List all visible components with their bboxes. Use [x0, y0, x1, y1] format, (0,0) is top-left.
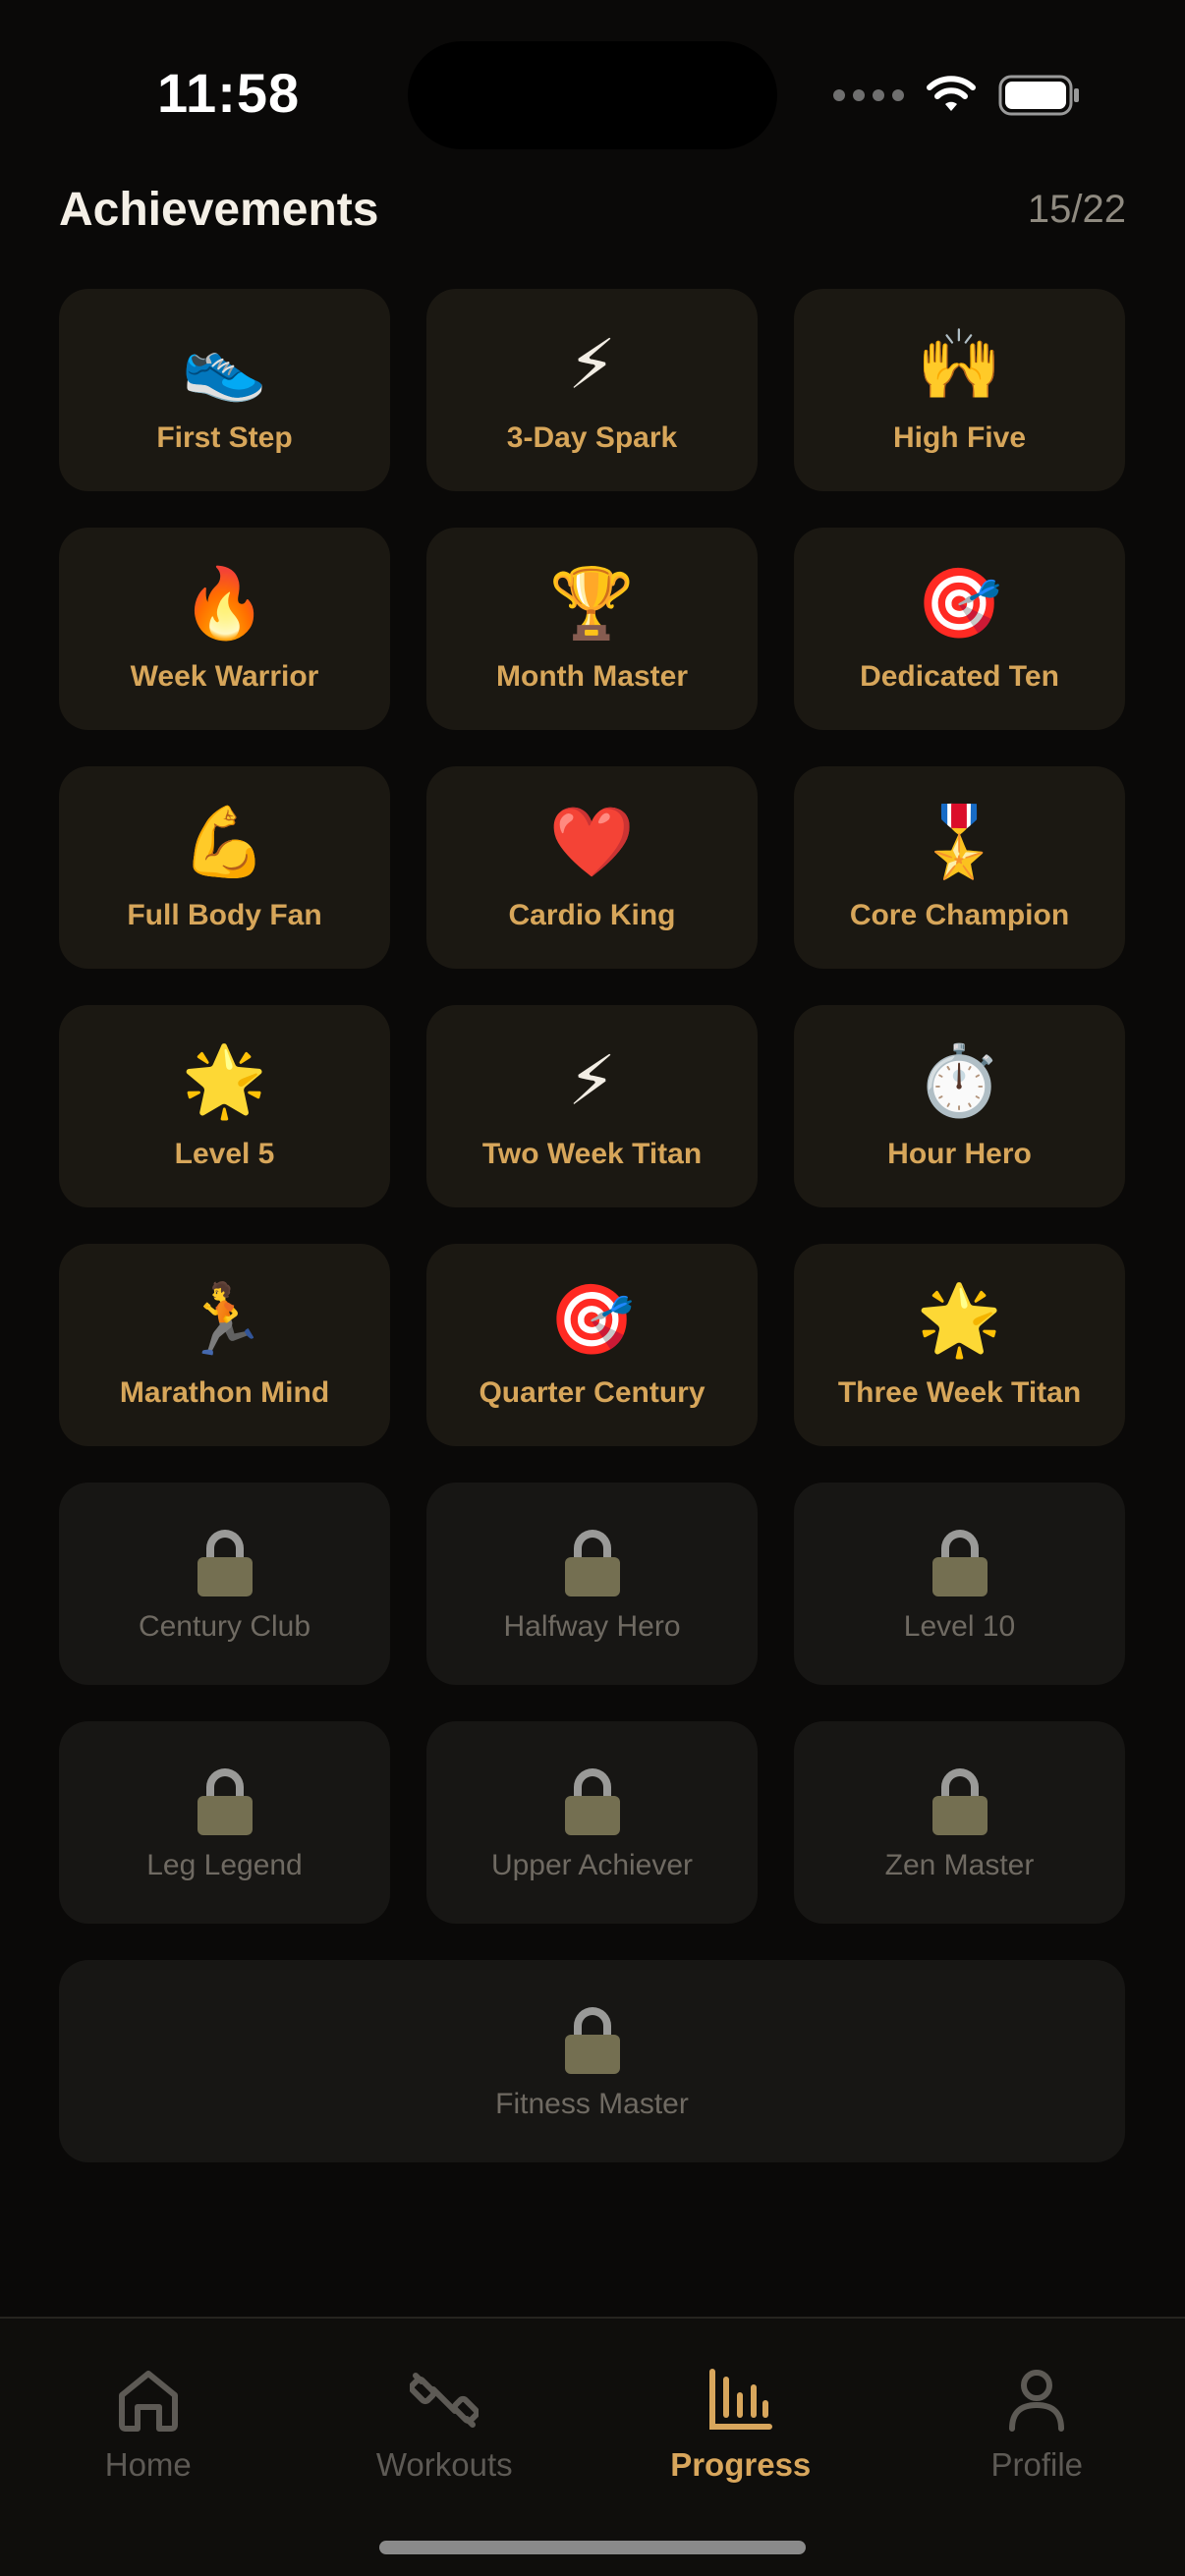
glowing-star-icon: 🌟	[916, 1279, 1003, 1360]
target-icon: 🎯	[548, 1279, 636, 1360]
tab-progress[interactable]: Progress	[592, 2319, 889, 2576]
achievement-label: Month Master	[496, 660, 688, 693]
achievement-label: Three Week Titan	[837, 1376, 1082, 1409]
achievement-label: Cardio King	[508, 899, 676, 931]
cellular-signal-icon	[833, 89, 904, 101]
achievement-grid: 👟 First Step ⚡ 3-Day Spark 🙌 High Five 🔥 Week W…	[59, 289, 1126, 2162]
achievement-card[interactable]: 🎯 Dedicated Ten	[794, 528, 1125, 730]
achievement-card[interactable]: Leg Legend	[59, 1721, 390, 1924]
lock-icon	[197, 1530, 253, 1596]
glowing-star-icon: 🌟	[181, 1040, 268, 1121]
achievement-card[interactable]: 👟 First Step	[59, 289, 390, 491]
sneaker-icon: 👟	[181, 324, 268, 405]
lock-icon	[564, 1530, 620, 1596]
tab-label: Progress	[670, 2446, 812, 2483]
lock-icon	[564, 1768, 620, 1835]
achievement-label: Hour Hero	[887, 1138, 1032, 1170]
achievement-card[interactable]: Level 10	[794, 1483, 1125, 1685]
battery-icon	[998, 75, 1079, 116]
tab-label: Profile	[990, 2446, 1084, 2483]
achievement-card[interactable]: Halfway Hero	[426, 1483, 758, 1685]
tab-label: Workouts	[375, 2446, 513, 2483]
tab-profile[interactable]: Profile	[889, 2319, 1185, 2576]
achievement-label: Two Week Titan	[481, 1138, 703, 1170]
achievements-header: Achievements 15/22	[59, 183, 1126, 237]
lightning-icon: ⚡	[567, 324, 617, 405]
achievement-label: Level 5	[174, 1138, 275, 1170]
lock-icon	[564, 2007, 620, 2074]
fire-icon: 🔥	[181, 563, 268, 644]
achievement-card[interactable]: 🙌 High Five	[794, 289, 1125, 491]
achievements-screen: 11:58 Achievements 15/22 👟 First Step ⚡ 3-D…	[0, 0, 1185, 2576]
achievement-label: High Five	[892, 421, 1026, 454]
runner-icon: 🏃	[181, 1279, 268, 1360]
achievement-card[interactable]: 💪 Full Body Fan	[59, 766, 390, 969]
achievement-card[interactable]: Fitness Master	[59, 1960, 1125, 2162]
tab-bar: Home Workouts Progress Profile	[0, 2317, 1185, 2576]
achievement-label: Week Warrior	[130, 660, 319, 693]
achievement-card[interactable]: Zen Master	[794, 1721, 1125, 1924]
lock-icon	[197, 1768, 253, 1835]
achievement-label: Leg Legend	[146, 1849, 303, 1881]
achievement-label: Full Body Fan	[127, 899, 322, 931]
stopwatch-icon: ⏱️	[916, 1040, 1003, 1121]
achievement-card[interactable]: Upper Achiever	[426, 1721, 758, 1924]
achievement-card[interactable]: 🌟 Level 5	[59, 1005, 390, 1207]
achievement-label: First Step	[156, 421, 293, 454]
tab-home[interactable]: Home	[0, 2319, 297, 2576]
achievement-label: Level 10	[903, 1610, 1016, 1643]
heart-icon: ❤️	[548, 802, 636, 882]
achievement-count: 15/22	[1027, 188, 1126, 231]
achievement-card[interactable]: 🎯 Quarter Century	[426, 1244, 758, 1446]
lightning-icon: ⚡	[567, 1040, 617, 1121]
raised-hands-icon: 🙌	[916, 324, 1003, 405]
achievement-card[interactable]: 🏃 Marathon Mind	[59, 1244, 390, 1446]
achievement-card[interactable]: Century Club	[59, 1483, 390, 1685]
flexed-biceps-icon: 💪	[181, 802, 268, 882]
achievement-card[interactable]: 🌟 Three Week Titan	[794, 1244, 1125, 1446]
page-title: Achievements	[59, 184, 379, 236]
status-indicators	[833, 71, 1081, 120]
target-icon: 🎯	[916, 563, 1003, 644]
achievement-label: Marathon Mind	[119, 1376, 330, 1409]
status-time: 11:58	[157, 62, 301, 124]
bar-chart-icon	[708, 2369, 772, 2430]
home-indicator[interactable]	[379, 2541, 806, 2554]
achievement-label: Century Club	[138, 1610, 311, 1643]
achievement-label: Zen Master	[884, 1849, 1035, 1881]
home-icon	[118, 2371, 178, 2432]
person-icon	[1009, 2370, 1065, 2432]
achievement-label: Fitness Master	[495, 2088, 689, 2120]
achievement-label: Quarter Century	[479, 1376, 705, 1409]
lock-icon	[931, 1530, 988, 1596]
tab-label: Home	[104, 2446, 192, 2483]
achievement-card[interactable]: ❤️ Cardio King	[426, 766, 758, 969]
lock-icon	[931, 1768, 988, 1835]
achievement-label: Core Champion	[849, 899, 1070, 931]
achievement-card[interactable]: 🏆 Month Master	[426, 528, 758, 730]
achievement-label: Upper Achiever	[490, 1849, 694, 1881]
dumbbell-icon	[410, 2373, 480, 2428]
achievement-card[interactable]: 🎖️ Core Champion	[794, 766, 1125, 969]
dynamic-island	[408, 41, 777, 149]
tab-workouts[interactable]: Workouts	[297, 2319, 593, 2576]
achievement-label: Halfway Hero	[503, 1610, 681, 1643]
wifi-icon	[927, 76, 976, 111]
achievement-card[interactable]: ⚡ Two Week Titan	[426, 1005, 758, 1207]
medal-icon: 🎖️	[916, 802, 1003, 882]
achievement-label: Dedicated Ten	[860, 660, 1059, 693]
trophy-icon: 🏆	[548, 563, 636, 644]
achievement-label: 3-Day Spark	[506, 421, 678, 454]
achievement-card[interactable]: ⚡ 3-Day Spark	[426, 289, 758, 491]
achievement-card[interactable]: ⏱️ Hour Hero	[794, 1005, 1125, 1207]
achievement-card[interactable]: 🔥 Week Warrior	[59, 528, 390, 730]
